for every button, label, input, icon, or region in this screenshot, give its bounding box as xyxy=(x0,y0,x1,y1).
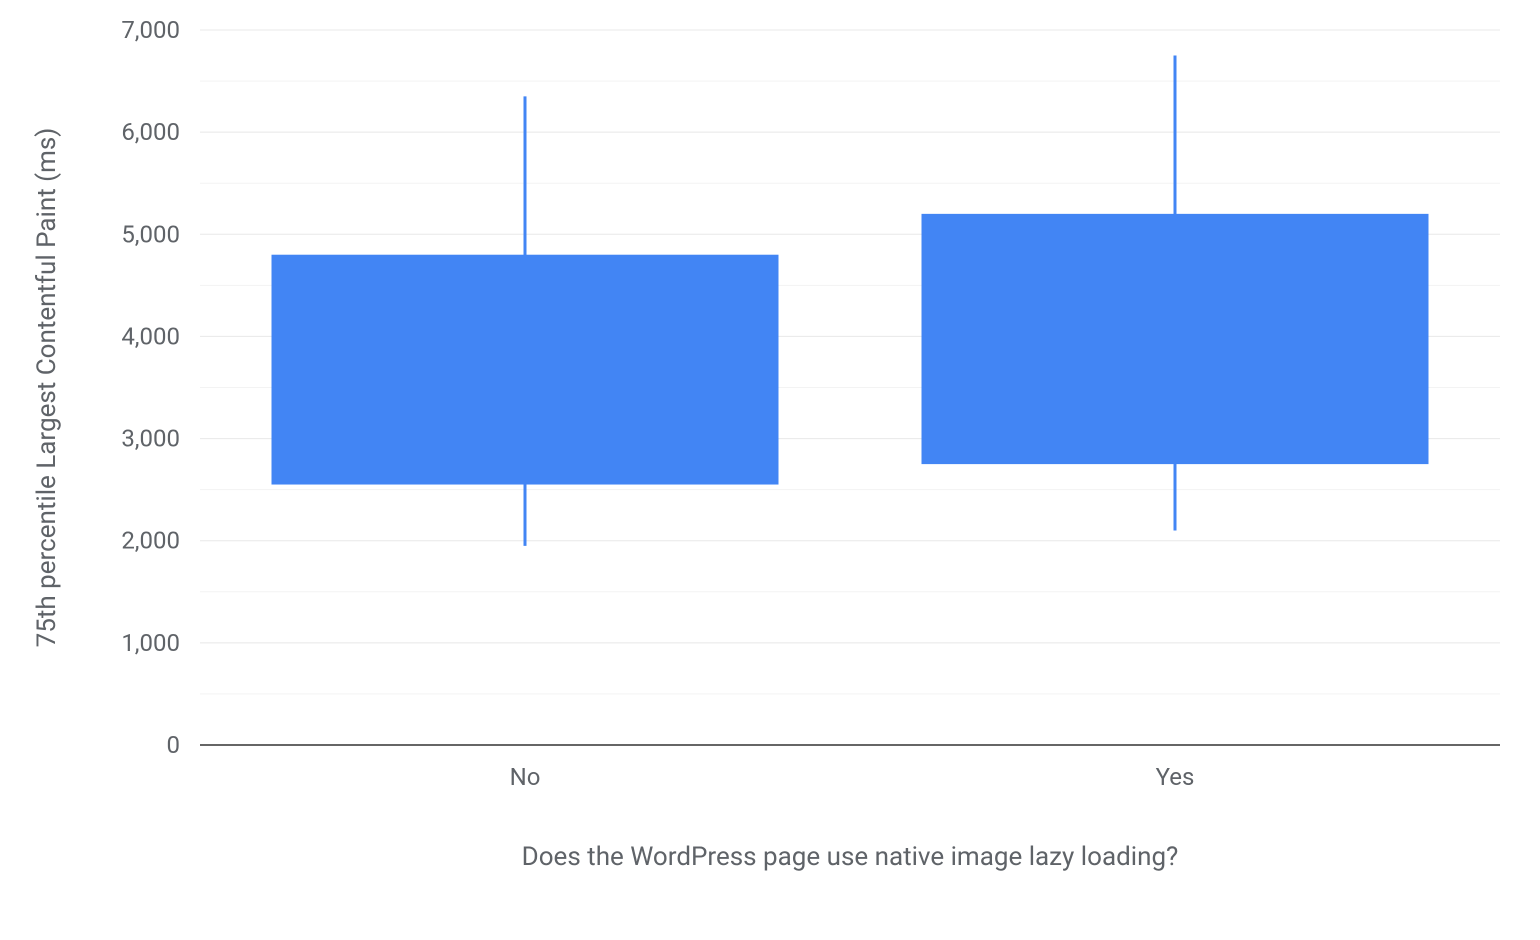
y-tick-label: 7,000 xyxy=(121,16,180,44)
y-tick-label: 3,000 xyxy=(121,425,180,453)
x-axis-label: Does the WordPress page use native image… xyxy=(522,842,1179,872)
y-axis-label: 75th percentile Largest Contentful Paint… xyxy=(32,128,62,648)
y-tick-label: 6,000 xyxy=(121,118,180,146)
boxplot-chart: 0 1,000 2,000 3,000 4,000 5,000 6,000 7,000 No Ye… xyxy=(0,0,1540,940)
x-tick-label: No xyxy=(510,763,541,791)
box-rect xyxy=(272,255,779,485)
chart-container: 0 1,000 2,000 3,000 4,000 5,000 6,000 7,000 No Ye… xyxy=(0,0,1540,940)
box-rect xyxy=(922,214,1429,464)
y-tick-label: 0 xyxy=(167,731,181,759)
x-tick-label: Yes xyxy=(1156,763,1195,791)
y-tick-label: 2,000 xyxy=(121,527,180,555)
y-tick-label: 5,000 xyxy=(121,220,180,248)
y-tick-label: 1,000 xyxy=(121,629,180,657)
y-tick-label: 4,000 xyxy=(121,322,180,350)
